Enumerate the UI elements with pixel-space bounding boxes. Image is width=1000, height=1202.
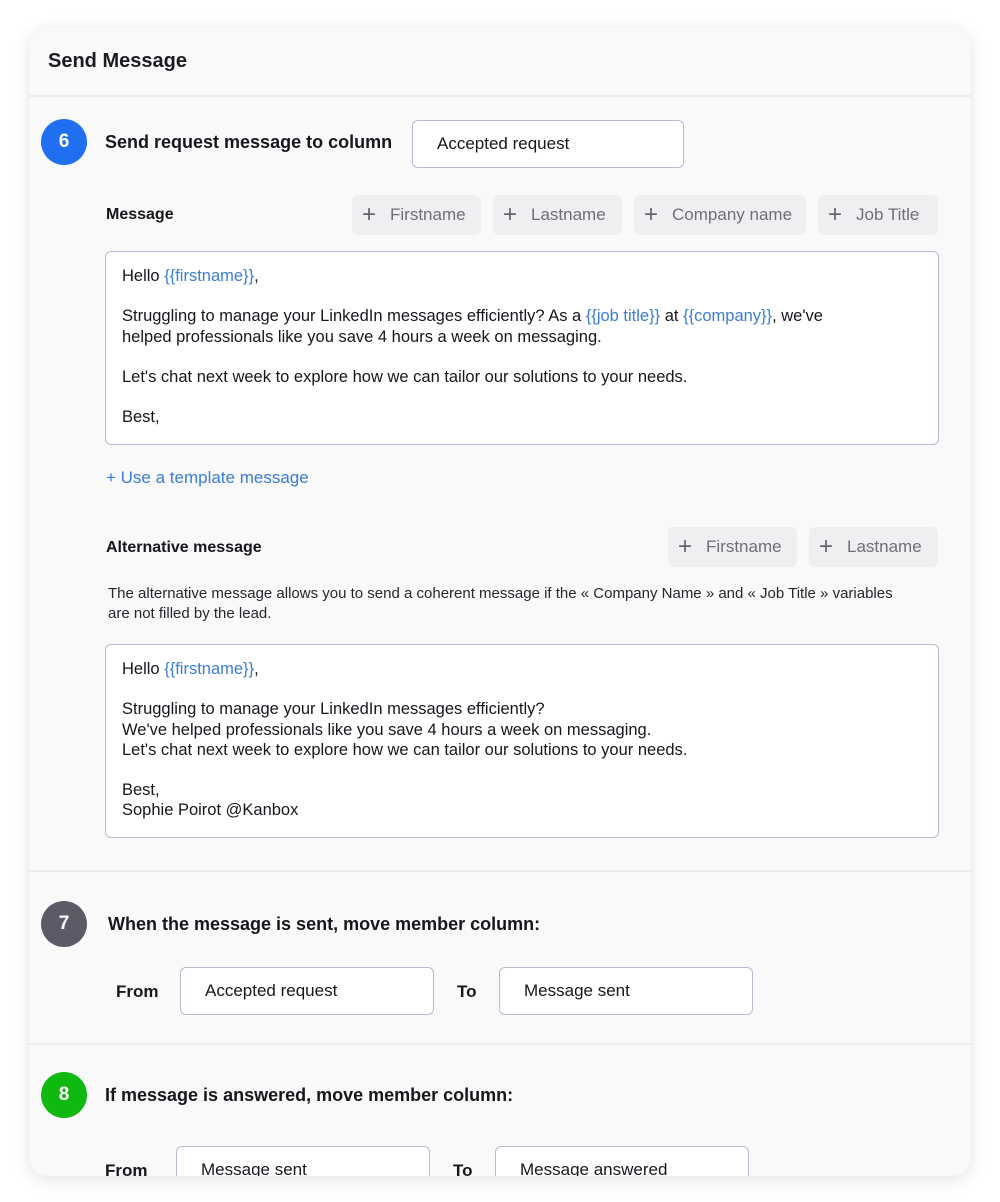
insert-lastname-chip[interactable]: + Lastname — [493, 195, 622, 235]
step-6-title: Send request message to column — [105, 132, 393, 152]
plus-icon: + — [819, 533, 834, 560]
insert-lastname-chip[interactable]: + Lastname — [809, 527, 938, 567]
insert-company-name-chip[interactable]: + Company name — [634, 195, 806, 235]
variable-job-title: {{job title}} — [585, 307, 661, 326]
plus-icon: + — [828, 201, 843, 228]
message-line: helped professionals like you save 4 hou… — [122, 327, 602, 346]
message-variable-chips: + Firstname + Lastname + Company name + … — [352, 195, 938, 235]
card-title: Send Message — [48, 49, 187, 72]
message-line: Let's chat next week to explore how we c… — [122, 740, 688, 759]
step-6-badge: 6 — [41, 119, 87, 165]
from-column-select[interactable]: Message sent — [176, 1146, 430, 1176]
to-label: To — [453, 1161, 473, 1176]
plus-icon: + — [678, 533, 693, 560]
to-label: To — [457, 982, 477, 1001]
plus-icon: + — [644, 201, 659, 228]
from-label: From — [105, 1161, 148, 1176]
message-line: Best, — [122, 781, 160, 800]
card-header: Send Message — [29, 27, 971, 97]
message-line: Struggling to manage your LinkedIn messa… — [122, 700, 545, 719]
step-8-section: 8 If message is answered, move member co… — [29, 1045, 971, 1176]
plus-icon: + — [503, 201, 518, 228]
variable-firstname: {{firstname}} — [164, 660, 255, 678]
step-6-section: 6 Send request message to column Accepte… — [29, 97, 971, 872]
message-line: Struggling to manage your LinkedIn messa… — [122, 307, 823, 326]
message-line: Hello {{firstname}}, — [122, 267, 259, 285]
step-7-section: 7 When the message is sent, move member … — [29, 872, 971, 1045]
plus-icon: + — [362, 201, 377, 228]
step-7-title: When the message is sent, move member co… — [108, 914, 541, 934]
to-column-select[interactable]: Message answered — [495, 1146, 749, 1176]
from-label: From — [116, 982, 159, 1001]
alternative-message-textarea[interactable]: Hello {{firstname}}, Struggling to manag… — [105, 644, 939, 838]
variable-firstname: {{firstname}} — [164, 267, 255, 285]
message-textarea[interactable]: Hello {{firstname}}, Struggling to manag… — [105, 251, 939, 445]
message-line: Sophie Poirot @Kanbox — [122, 801, 299, 820]
step-7-badge: 7 — [41, 901, 87, 947]
step-8-badge: 8 — [41, 1072, 87, 1118]
message-line: Let's chat next week to explore how we c… — [122, 367, 688, 386]
insert-job-title-chip[interactable]: + Job Title — [818, 195, 938, 235]
alternative-message-label: Alternative message — [106, 539, 262, 556]
variable-company: {{company}} — [683, 307, 773, 326]
to-column-select[interactable]: Message sent — [499, 967, 753, 1015]
message-label: Message — [106, 206, 174, 223]
use-template-link[interactable]: + Use a template message — [106, 468, 309, 488]
alternative-variable-chips: + Firstname + Lastname — [668, 527, 938, 567]
alternative-help-text: The alternative message allows you to se… — [108, 585, 893, 622]
message-line: Best, — [122, 408, 160, 427]
message-line: Hello {{firstname}}, — [122, 660, 259, 678]
step-8-title: If message is answered, move member colu… — [105, 1085, 514, 1105]
message-line: We've helped professionals like you save… — [122, 720, 652, 739]
request-column-select[interactable]: Accepted request — [412, 120, 684, 168]
insert-firstname-chip[interactable]: + Firstname — [352, 195, 481, 235]
send-message-card: Send Message 6 Send request message to c… — [29, 27, 971, 1176]
insert-firstname-chip[interactable]: + Firstname — [668, 527, 797, 567]
from-column-select[interactable]: Accepted request — [180, 967, 434, 1015]
